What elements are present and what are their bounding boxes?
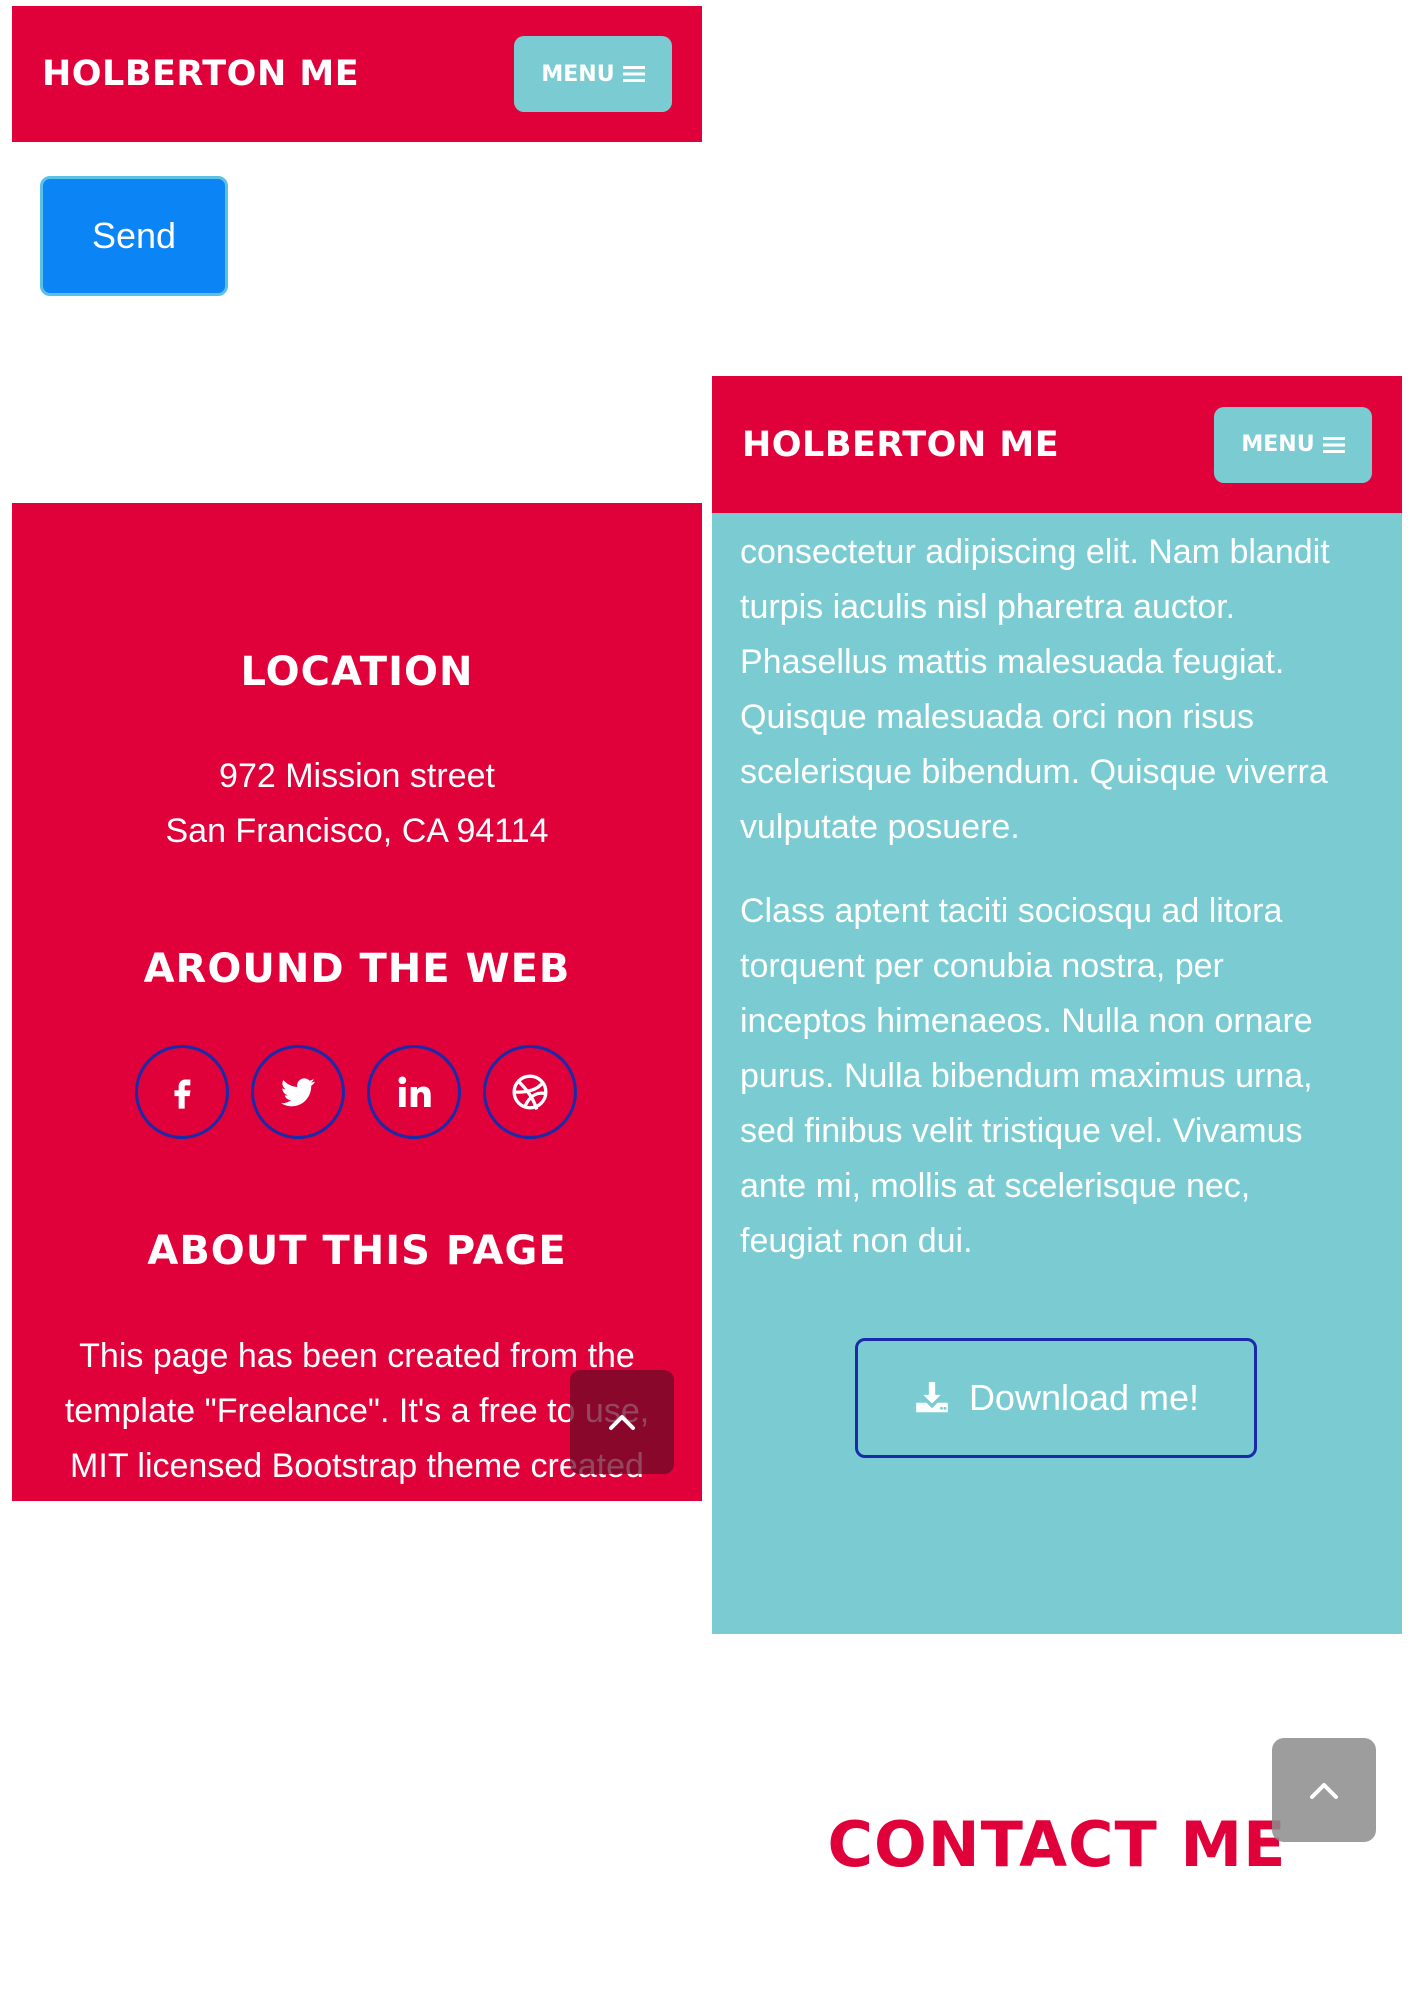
menu-button[interactable]: MENU — [1214, 406, 1372, 483]
location-heading: LOCATION — [240, 649, 474, 695]
linkedin-link[interactable] — [367, 1045, 461, 1139]
about-heading: ABOUT THIS PAGE — [147, 1228, 567, 1274]
hamburger-icon — [1322, 436, 1345, 453]
about-line-p2-5: sed finibus velit tristique vel. Vivamus — [740, 1112, 1303, 1150]
send-label: Send — [91, 215, 177, 256]
navbar-brand[interactable]: HOLBERTON ME — [742, 425, 1059, 465]
about-line-p1-1: consectetur adipiscing elit. Nam blandit — [740, 533, 1330, 571]
download-icon — [916, 1382, 948, 1413]
around-web-heading: AROUND THE WEB — [143, 946, 571, 992]
about-line-p2-4: purus. Nulla bibendum maximus urna, — [740, 1057, 1313, 1095]
about-line-p1-3: Phasellus mattis malesuada feugiat. — [740, 643, 1285, 681]
footer-panel: LOCATION 972 Mission street San Francisc… — [12, 503, 702, 1501]
download-label: Download me! — [968, 1377, 1200, 1418]
menu-label: MENU — [541, 61, 615, 87]
address-line-2: San Francisco, CA 94114 — [165, 812, 549, 850]
address-line-1: 972 Mission street — [219, 757, 495, 795]
about-line-p1-6: vulputate posuere. — [740, 808, 1020, 846]
scroll-top-button[interactable] — [570, 1370, 674, 1474]
about-line-p1-2: turpis iaculis nisl pharetra auctor. — [740, 588, 1236, 626]
download-button[interactable]: Download me! — [855, 1338, 1257, 1458]
about-line-p2-2: torquent per conubia nostra, per — [740, 947, 1224, 985]
send-button[interactable]: Send — [40, 176, 228, 296]
about-line-p2-1: Class aptent taciti sociosqu ad litora — [740, 892, 1283, 930]
about-section: consectetur adipiscing elit. Nam blandit… — [712, 376, 1402, 1634]
chevron-up-icon — [609, 1415, 635, 1430]
navbar-top: HOLBERTON ME MENU — [12, 6, 702, 142]
twitter-icon — [281, 1078, 315, 1107]
linkedin-icon — [398, 1076, 431, 1107]
navbar-brand[interactable]: HOLBERTON ME — [42, 54, 359, 94]
about-line-p1-5: scelerisque bibendum. Quisque viverra — [740, 753, 1328, 791]
about-line-p2-6: ante mi, mollis at scelerisque nec, — [740, 1167, 1251, 1205]
facebook-icon — [174, 1079, 191, 1109]
about-line-p2-3: inceptos himenaeos. Nulla non ornare — [740, 1002, 1313, 1040]
facebook-link[interactable] — [135, 1045, 229, 1139]
about-line-p2-7: feugiat non dui. — [740, 1222, 973, 1260]
menu-label: MENU — [1241, 432, 1315, 457]
menu-button[interactable]: MENU — [514, 36, 672, 112]
twitter-link[interactable] — [251, 1045, 345, 1139]
scroll-top-button[interactable] — [1272, 1738, 1376, 1842]
about-line-p1-4: Quisque malesuada orci non risus — [740, 698, 1255, 736]
dribbble-icon — [512, 1074, 548, 1110]
navbar-second: HOLBERTON ME MENU — [712, 376, 1402, 513]
chevron-up-icon — [1310, 1783, 1338, 1799]
hamburger-icon — [622, 66, 645, 82]
dribbble-link[interactable] — [483, 1045, 577, 1139]
